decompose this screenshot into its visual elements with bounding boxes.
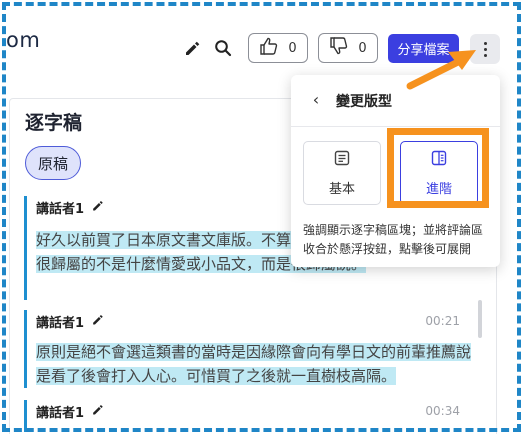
annotation-arrow-icon xyxy=(406,50,476,90)
